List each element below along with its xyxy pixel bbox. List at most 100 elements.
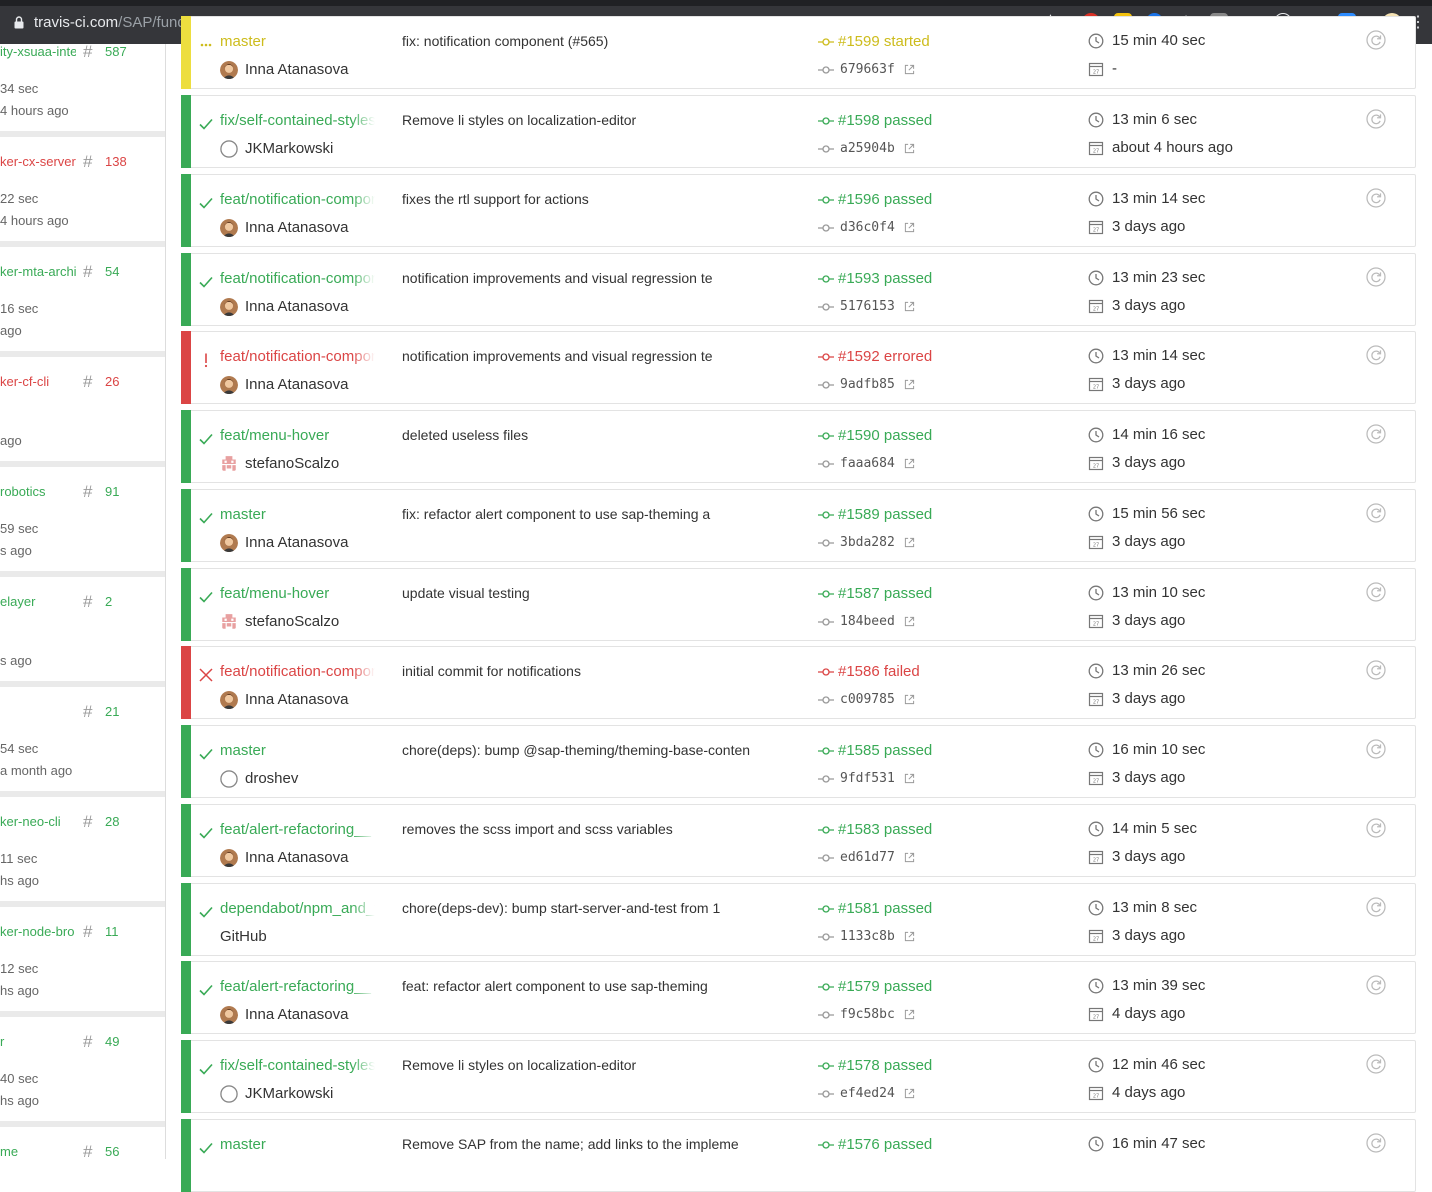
build-number-link[interactable]: #1585 passed (838, 742, 932, 759)
commit-message[interactable]: removes the scss import and scss variabl… (402, 821, 772, 837)
build-row[interactable]: feat/menu-hover stefanoScalzo update visua… (181, 568, 1416, 641)
build-number-link[interactable]: #1592 errored (838, 348, 932, 365)
branch-name[interactable]: master (220, 506, 375, 523)
external-link-icon[interactable] (904, 64, 915, 75)
build-number-link[interactable]: #1587 passed (838, 585, 932, 602)
sidebar-repo-name[interactable]: ker-node-bro (0, 924, 76, 939)
build-number-link[interactable]: #1598 passed (838, 112, 932, 129)
branch-name[interactable]: feat/alert-refactoring__ (220, 821, 375, 838)
build-number-link[interactable]: #1596 passed (838, 191, 932, 208)
build-row[interactable]: master Inna Atanasova fix: notification co… (181, 16, 1416, 89)
sidebar-build-number[interactable]: 587 (105, 44, 127, 59)
restart-build-icon[interactable] (1366, 424, 1386, 444)
sidebar-build-number[interactable]: 49 (105, 1034, 119, 1049)
build-row[interactable]: feat/notification-component Inna Atanasov… (181, 646, 1416, 719)
build-number-link[interactable]: #1586 failed (838, 663, 920, 680)
sidebar-build-number[interactable]: 26 (105, 374, 119, 389)
restart-build-icon[interactable] (1366, 897, 1386, 917)
sidebar-build-number[interactable]: 21 (105, 704, 119, 719)
build-row[interactable]: feat/alert-refactoring__ Inna Atanasova re… (181, 804, 1416, 877)
commit-message[interactable]: Remove SAP from the name; add links to t… (402, 1136, 772, 1152)
external-link-icon[interactable] (904, 616, 915, 627)
sidebar-repo-name[interactable]: ker-cf-cli (0, 374, 76, 389)
external-link-icon[interactable] (904, 1009, 915, 1020)
build-number-link[interactable]: #1590 passed (838, 427, 932, 444)
sidebar-build-number[interactable]: 11 (105, 924, 119, 939)
external-link-icon[interactable] (904, 694, 915, 705)
restart-build-icon[interactable] (1366, 818, 1386, 838)
commit-sha-link[interactable]: faaa684 (840, 456, 895, 471)
branch-name[interactable]: master (220, 1136, 375, 1153)
build-number-link[interactable]: #1589 passed (838, 506, 932, 523)
commit-message[interactable]: Remove li styles on localization-editor (402, 1057, 772, 1073)
commit-sha-link[interactable]: a25904b (840, 141, 895, 156)
branch-name[interactable]: feat/menu-hover (220, 585, 375, 602)
external-link-icon[interactable] (904, 143, 915, 154)
commit-message[interactable]: chore(deps): bump @sap-theming/theming-b… (402, 742, 772, 758)
sidebar-repo-name[interactable]: robotics (0, 484, 76, 499)
build-row[interactable]: fix/self-contained-styles JKMarkowski Remo… (181, 1040, 1416, 1113)
restart-build-icon[interactable] (1366, 188, 1386, 208)
restart-build-icon[interactable] (1366, 267, 1386, 287)
restart-build-icon[interactable] (1366, 739, 1386, 759)
commit-message[interactable]: fix: refactor alert component to use sap… (402, 506, 772, 522)
commit-sha-link[interactable]: c009785 (840, 692, 895, 707)
branch-name[interactable]: feat/menu-hover (220, 427, 375, 444)
external-link-icon[interactable] (904, 458, 915, 469)
commit-message[interactable]: fixes the rtl support for actions (402, 191, 772, 207)
build-row[interactable]: feat/notification-component Inna Atanasov… (181, 253, 1416, 326)
restart-build-icon[interactable] (1366, 345, 1386, 365)
commit-sha-link[interactable]: 1133c8b (840, 929, 895, 944)
sidebar-repo-name[interactable]: me (0, 1144, 76, 1159)
commit-message[interactable]: deleted useless files (402, 427, 772, 443)
commit-sha-link[interactable]: ef4ed24 (840, 1086, 895, 1101)
commit-message[interactable]: notification improvements and visual reg… (402, 348, 772, 364)
sidebar-repo-name[interactable]: r (0, 1034, 76, 1049)
sidebar-build-number[interactable]: 91 (105, 484, 119, 499)
build-row[interactable]: feat/notification-component Inna Atanasov… (181, 174, 1416, 247)
sidebar-build-number[interactable]: 54 (105, 264, 119, 279)
branch-name[interactable]: master (220, 33, 375, 50)
sidebar-repo-name[interactable]: ker-mta-archi (0, 264, 76, 279)
commit-message[interactable]: fix: notification component (#565) (402, 33, 772, 49)
branch-name[interactable]: feat/notification-component (220, 191, 375, 208)
commit-message[interactable]: update visual testing (402, 585, 772, 601)
commit-message[interactable]: notification improvements and visual reg… (402, 270, 772, 286)
restart-build-icon[interactable] (1366, 30, 1386, 50)
build-row[interactable]: master droshev chore(deps): bump @sap-them… (181, 725, 1416, 798)
restart-build-icon[interactable] (1366, 582, 1386, 602)
build-row[interactable]: fix/self-contained-styles JKMarkowski Remo… (181, 95, 1416, 168)
build-number-link[interactable]: #1593 passed (838, 270, 932, 287)
sidebar-repo-name[interactable]: ity-xsuaa-inte (0, 44, 76, 59)
restart-build-icon[interactable] (1366, 1054, 1386, 1074)
restart-build-icon[interactable] (1366, 660, 1386, 680)
commit-message[interactable]: chore(deps-dev): bump start-server-and-t… (402, 900, 772, 916)
build-number-link[interactable]: #1581 passed (838, 900, 932, 917)
branch-name[interactable]: master (220, 742, 375, 759)
branch-name[interactable]: fix/self-contained-styles (220, 112, 375, 129)
build-row[interactable]: feat/alert-refactoring__ Inna Atanasova fe… (181, 961, 1416, 1034)
sidebar-build-number[interactable]: 2 (105, 594, 112, 609)
commit-sha-link[interactable]: 9adfb85 (840, 377, 895, 392)
build-row[interactable]: master Remove SAP from the name; add link… (181, 1119, 1416, 1192)
commit-sha-link[interactable]: 3bda282 (840, 535, 895, 550)
build-row[interactable]: feat/notification-component Inna Atanasov… (181, 331, 1416, 404)
external-link-icon[interactable] (904, 222, 915, 233)
sidebar-repo-name[interactable]: elayer (0, 594, 76, 609)
branch-name[interactable]: feat/alert-refactoring__ (220, 978, 375, 995)
build-row[interactable]: dependabot/npm_and_yarn GitHub chore(deps-… (181, 883, 1416, 956)
commit-sha-link[interactable]: 9fdf531 (840, 771, 895, 786)
restart-build-icon[interactable] (1366, 975, 1386, 995)
sidebar-build-number[interactable]: 28 (105, 814, 119, 829)
commit-sha-link[interactable]: 679663f (840, 62, 895, 77)
branch-name[interactable]: fix/self-contained-styles (220, 1057, 375, 1074)
commit-message[interactable]: Remove li styles on localization-editor (402, 112, 772, 128)
external-link-icon[interactable] (904, 301, 915, 312)
restart-build-icon[interactable] (1366, 1133, 1386, 1153)
build-number-link[interactable]: #1576 passed (838, 1136, 932, 1153)
branch-name[interactable]: feat/notification-component (220, 663, 375, 680)
sidebar-repo-name[interactable]: ker-neo-cli (0, 814, 76, 829)
commit-sha-link[interactable]: 5176153 (840, 299, 895, 314)
restart-build-icon[interactable] (1366, 109, 1386, 129)
external-link-icon[interactable] (904, 1088, 915, 1099)
